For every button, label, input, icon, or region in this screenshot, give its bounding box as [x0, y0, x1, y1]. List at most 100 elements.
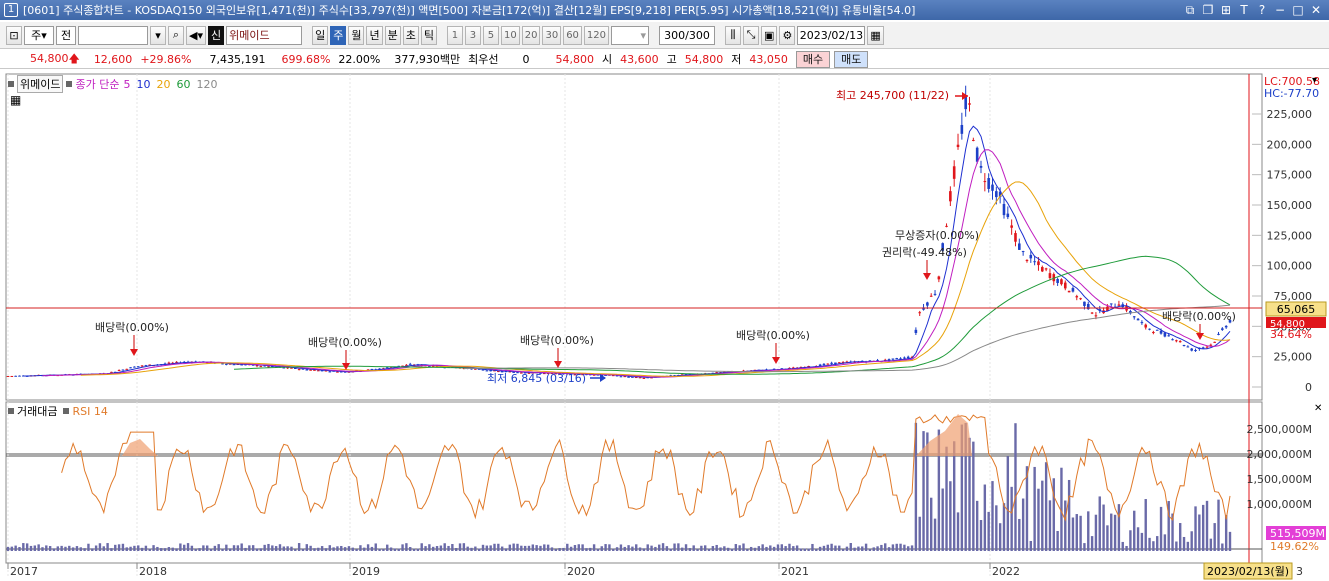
minimize-icon[interactable]: −: [1271, 2, 1289, 18]
volume-bar: [1056, 530, 1059, 551]
volume-bar: [1201, 504, 1205, 551]
period-month[interactable]: 월: [348, 25, 365, 45]
volume-bar: [240, 543, 243, 551]
candle-icon[interactable]: ⫼: [725, 25, 742, 45]
volume-bar: [1102, 504, 1105, 551]
volume-bar: [780, 544, 784, 551]
text-icon[interactable]: T: [1235, 2, 1253, 18]
interval-dropdown[interactable]: ▾: [611, 25, 650, 45]
interval-30[interactable]: 30: [542, 25, 562, 45]
candle-body: [1217, 333, 1220, 335]
chart-area[interactable]: 225,000 200,000 175,000 150,000 125,000 100,0…: [0, 71, 1329, 581]
chart-type-icon[interactable]: ⤡: [743, 25, 760, 45]
volume-bar: [815, 548, 818, 551]
volume-bar: [1037, 488, 1040, 551]
market-select[interactable]: 주 ▾: [24, 25, 54, 45]
volume-bar: [807, 548, 810, 551]
interval-1[interactable]: 1: [446, 25, 463, 45]
volume-bar: [156, 546, 159, 551]
mode-select[interactable]: 전: [56, 25, 76, 45]
volume-bar: [33, 545, 37, 551]
buy-button[interactable]: 매수: [795, 50, 831, 68]
volume-bar: [144, 545, 148, 551]
chart-setup-icon[interactable]: ⊡: [6, 25, 22, 45]
settings-icon[interactable]: ⚙: [779, 25, 796, 45]
volume-bar: [520, 545, 523, 551]
candle-body: [960, 124, 964, 134]
panel-settings-icon[interactable]: ▾: [1312, 75, 1317, 86]
candle-body: [1148, 328, 1151, 330]
volume-tick-label: 1,500,000M: [1247, 473, 1312, 486]
volume-tick-label: 1,000,000M: [1247, 498, 1312, 511]
interval-60[interactable]: 60: [563, 25, 582, 45]
period-tick[interactable]: 틱: [420, 25, 437, 45]
period-minute[interactable]: 분: [384, 25, 401, 45]
period-second[interactable]: 초: [402, 25, 419, 45]
interval-120[interactable]: 120: [583, 25, 610, 45]
candle-body: [1178, 341, 1182, 343]
search-icon[interactable]: ⌕: [168, 25, 184, 45]
dividend-2020: 배당락(0.00%): [736, 329, 810, 342]
volume-bar: [1163, 534, 1167, 551]
candle-body: [926, 302, 929, 306]
volume-bar: [91, 548, 94, 551]
interval-20[interactable]: 20: [521, 25, 541, 45]
ma-10-line: [42, 149, 1231, 378]
new-badge: 신: [207, 25, 225, 45]
volume-bar: [803, 548, 806, 551]
volume-bar: [420, 543, 423, 551]
volume-bar: [761, 544, 764, 551]
count-field[interactable]: 300/300: [659, 25, 716, 45]
date-field[interactable]: 2023/02/13: [797, 25, 866, 45]
close-icon[interactable]: ✕: [1307, 2, 1325, 18]
candle-body: [18, 375, 21, 377]
code-input[interactable]: [78, 25, 148, 45]
interval-10[interactable]: 10: [500, 25, 520, 45]
volume-bar: [830, 543, 833, 551]
chart-canvas[interactable]: 225,000 200,000 175,000 150,000 125,000 100,0…: [0, 71, 1329, 581]
speaker-icon[interactable]: ◀▾: [186, 25, 206, 45]
interval-5[interactable]: 5: [482, 25, 499, 45]
grid-toggle-icon[interactable]: ▦: [10, 93, 21, 107]
calendar-icon[interactable]: ▦: [867, 25, 884, 45]
maximize-icon[interactable]: □: [1289, 2, 1307, 18]
dividend-2019: 배당락(0.00%): [520, 334, 594, 347]
candle-body: [117, 370, 121, 372]
panel-close-icon[interactable]: ✕: [1314, 403, 1322, 414]
candle-body: [1033, 261, 1036, 263]
save-icon[interactable]: ▣: [761, 25, 778, 45]
tile-icon[interactable]: ⊞: [1217, 2, 1235, 18]
sell-button[interactable]: 매도: [834, 50, 869, 68]
stock-name-field[interactable]: 위메이드: [226, 25, 303, 45]
price-tick-label: 75,000: [1274, 290, 1313, 303]
candle-body: [972, 139, 975, 141]
volume-bar: [110, 548, 113, 551]
link-icon[interactable]: ⧉: [1181, 2, 1199, 18]
period-week[interactable]: 주: [330, 25, 347, 45]
volume-bar: [887, 547, 891, 551]
volume-bar: [577, 544, 580, 551]
volume-bar: [1071, 517, 1075, 551]
volume-bar: [389, 547, 393, 551]
volume-bar: [217, 544, 220, 551]
period-day[interactable]: 일: [312, 25, 329, 45]
volume-tick-label: 2,000,000M: [1247, 448, 1312, 461]
current-date-label: 2023/02/13(월): [1207, 565, 1289, 578]
volume-bar: [255, 548, 259, 551]
volume-bar: [1002, 503, 1006, 551]
legend-stock[interactable]: 위메이드: [17, 75, 64, 93]
volume-bar: [209, 548, 213, 551]
volume-bar: [1094, 514, 1098, 551]
volume-bar: [359, 545, 362, 551]
volume-bar: [378, 548, 381, 551]
copy-icon[interactable]: ❐: [1199, 2, 1217, 18]
help-icon[interactable]: ?: [1253, 2, 1271, 18]
dropdown-icon[interactable]: ▾: [150, 25, 166, 45]
interval-3[interactable]: 3: [464, 25, 481, 45]
volume-bar: [910, 545, 914, 551]
volume-bar: [447, 545, 450, 551]
x-tick-label: 2020: [567, 565, 595, 578]
volume-bar: [183, 544, 186, 551]
volume-bar: [401, 544, 404, 551]
period-year[interactable]: 년: [366, 25, 383, 45]
